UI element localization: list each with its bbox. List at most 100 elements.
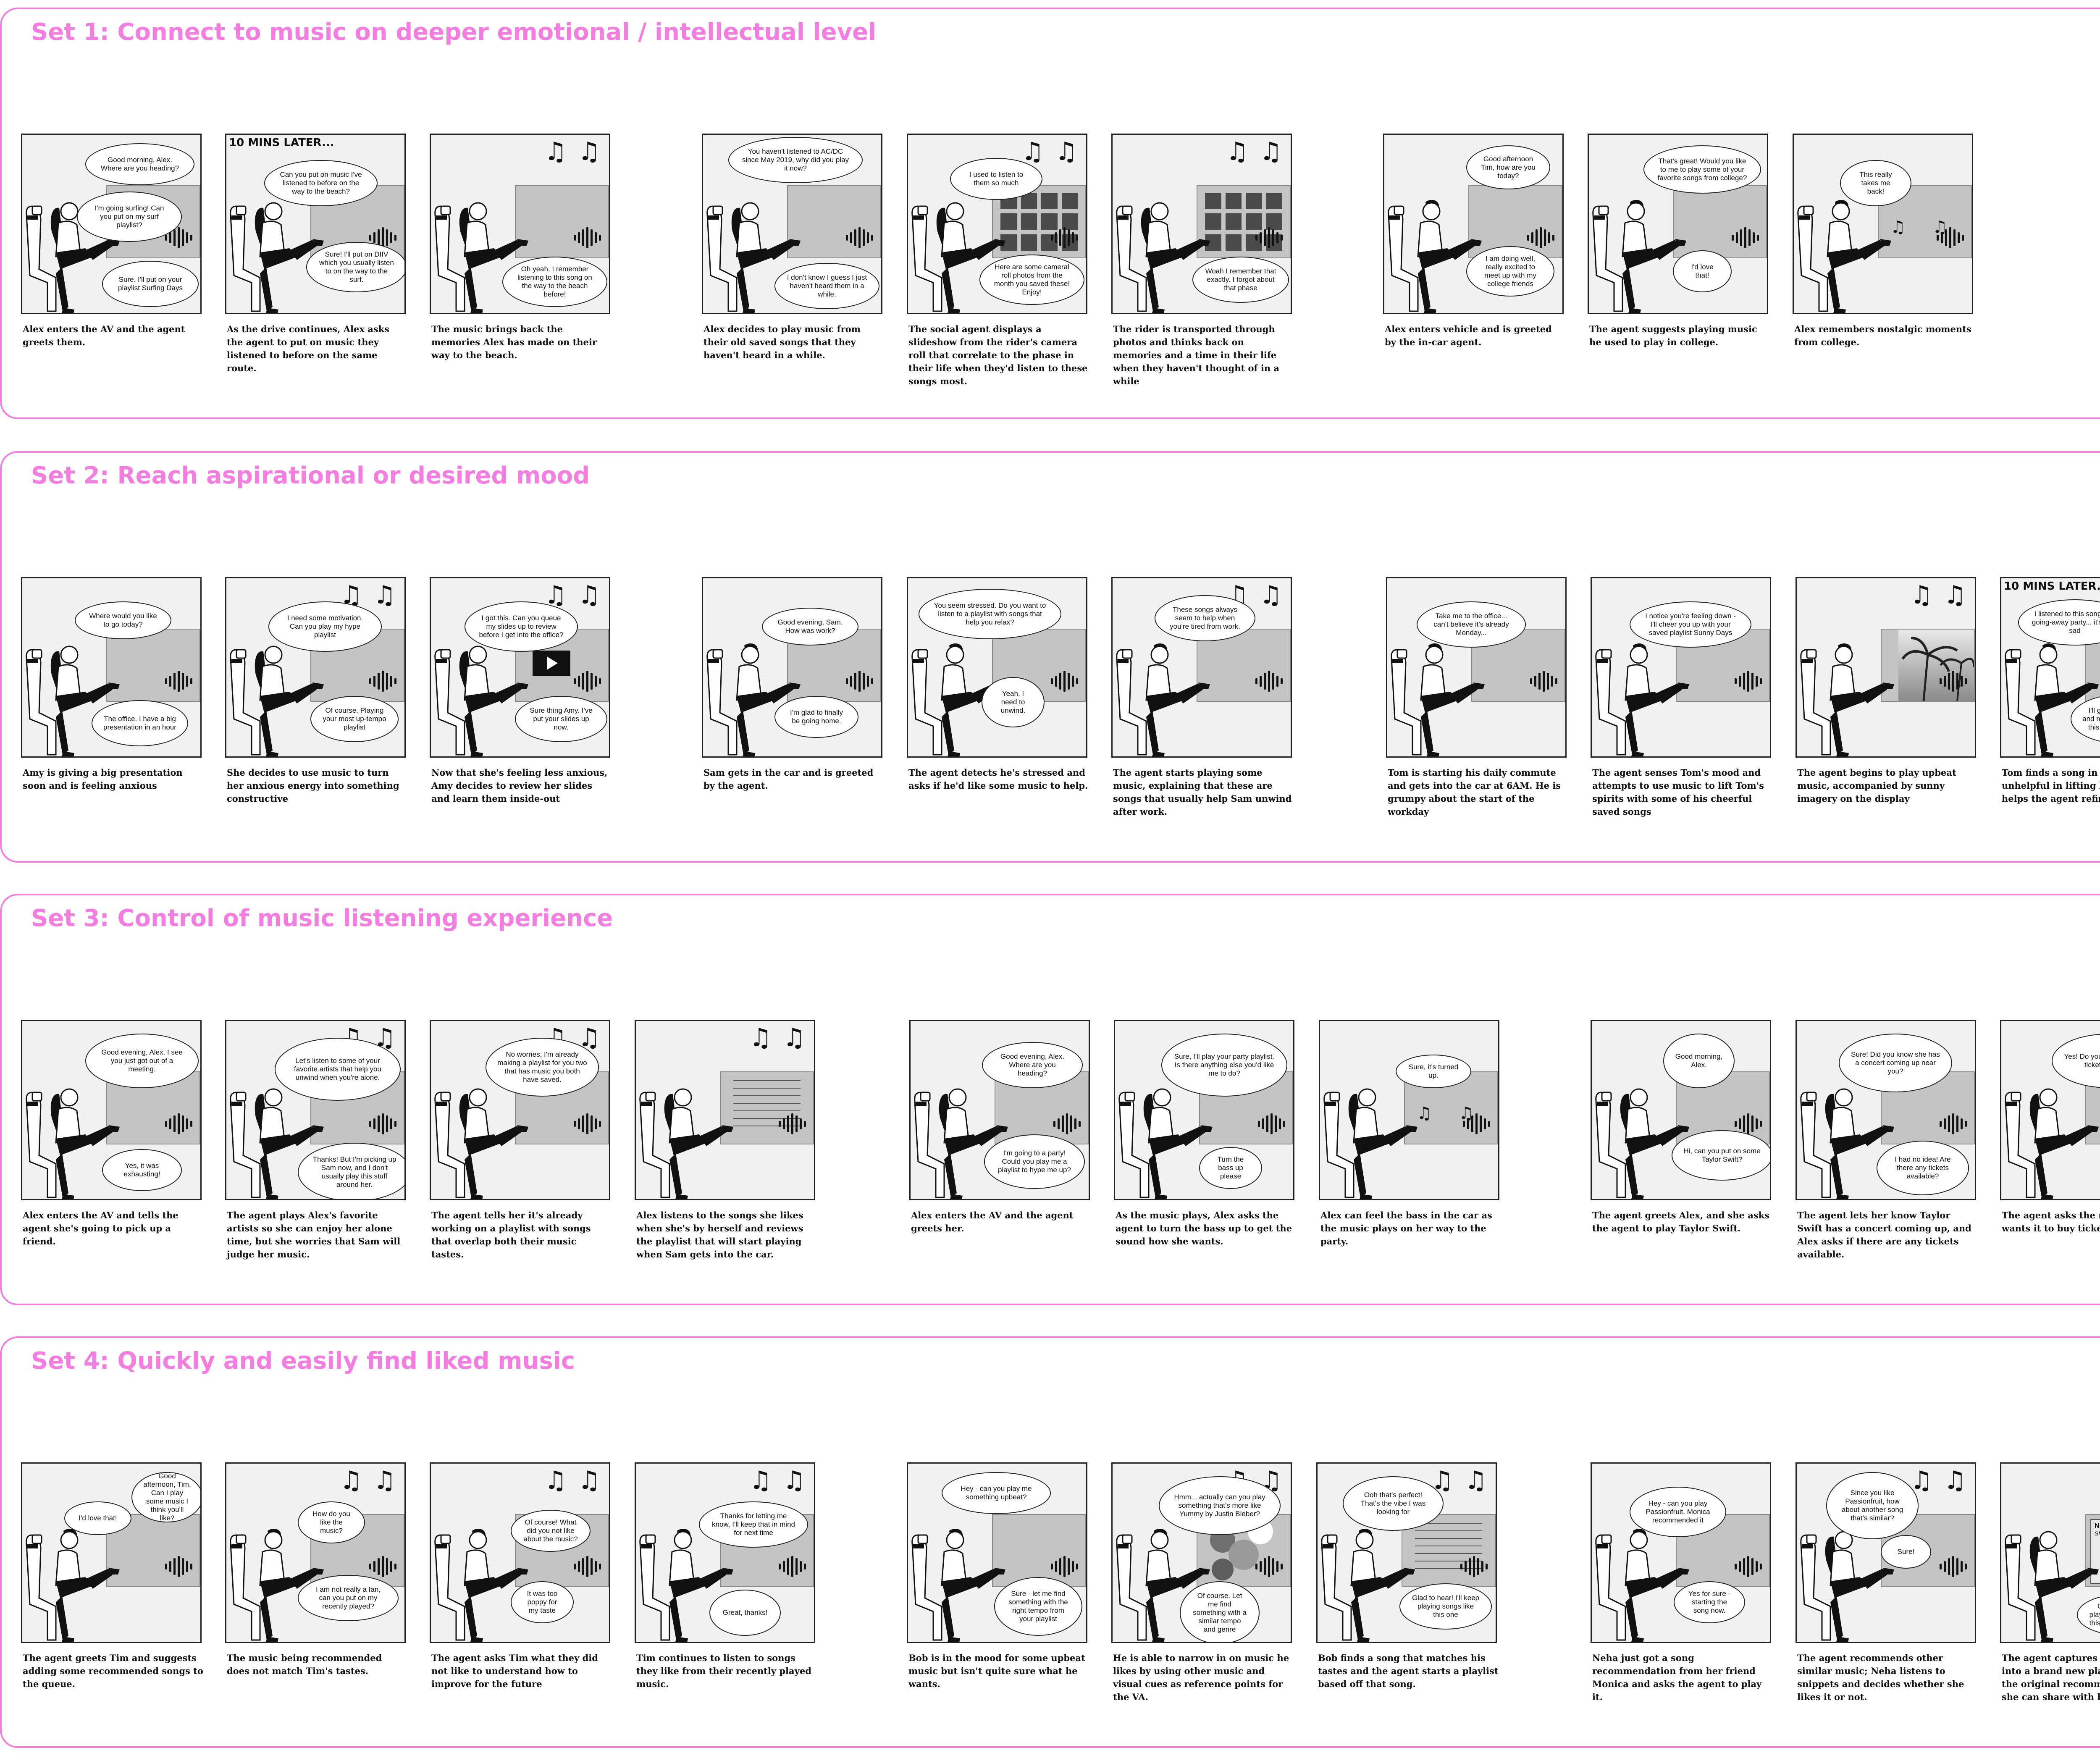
music-note-icon: ♫ <box>1021 137 1044 166</box>
panel-caption: The agent senses Tom's mood and attempts… <box>1592 767 1764 817</box>
audio-wave-icon <box>846 227 873 248</box>
music-note-icon: ♫ <box>544 137 567 166</box>
speech-bubble: Sure! I'll put on DIIV which you usually… <box>306 242 404 292</box>
speech-bubble: I had no idea! Are there any tickets ava… <box>1877 1141 1969 1195</box>
panel-caption: Now that she's feeling less anxious, Amy… <box>431 767 608 804</box>
storyboard-panel: Good evening, Alex. Where are you headin… <box>909 1020 1090 1200</box>
speech-bubble: Sure! Did you know she has a concert com… <box>1839 1034 1952 1092</box>
panel-caption: Alex decides to play music from their ol… <box>704 324 861 360</box>
panel-caption: The agent recommends other similar music… <box>1797 1653 1964 1702</box>
speech-bubble: Can you put on music I've listened to be… <box>264 160 378 206</box>
speech-bubble: I'm going surfing! Can you put on my sur… <box>77 192 182 242</box>
storyboard-panel: ♫ ♫ Sure, it's turned up. <box>1319 1020 1499 1200</box>
audio-wave-icon <box>574 1113 601 1134</box>
storyboard-panel: ♫ ♫ <box>635 1020 815 1200</box>
panel-caption: The agent asks the rider if she wants it… <box>2002 1210 2100 1233</box>
male-rider-illustration <box>2005 643 2099 756</box>
storyboard-panel: ♫ ♫ I need some motivation. Can you play m… <box>225 577 406 758</box>
male-rider-illustration <box>1797 200 1891 313</box>
music-note-icon: ♫ <box>544 1466 567 1495</box>
panel-caption: Tom is starting his daily commute and ge… <box>1388 767 1561 817</box>
speech-bubble: Great, thanks! <box>709 1590 781 1636</box>
speech-bubble: Good evening, Sam. How was work? <box>762 608 858 646</box>
storyboard-panel: Sure! Did you know she has a concert com… <box>1796 1020 1976 1200</box>
panel-caption: He is able to narrow in on music he like… <box>1113 1653 1289 1702</box>
audio-wave-icon <box>1732 227 1759 248</box>
storyboard-panel: Good morning, Alex. Where are you headin… <box>21 134 202 314</box>
speech-bubble: Yes for sure - starting the song now. <box>1674 1581 1745 1623</box>
storyboard-panel: ♫♫Hmm... actually can you play something… <box>1111 1462 1292 1643</box>
speech-bubble: I got this. Can you queue my slides up t… <box>465 601 578 652</box>
speech-bubble: Hi, can you put on some Taylor Swift? <box>1672 1130 1770 1181</box>
panel-caption: Alex can feel the bass in the car as the… <box>1320 1210 1492 1247</box>
speech-bubble: Good morning, Alex. Where are you headin… <box>85 143 194 185</box>
speech-bubble: Sure, I'll play your party playlist. Is … <box>1161 1034 1287 1097</box>
music-note-icon: ♫ <box>783 1466 806 1495</box>
storyboard-panel: ♫ ♫ Thanks for letting me know, I'll keep … <box>635 1462 815 1643</box>
male-rider-illustration <box>1800 643 1894 756</box>
music-note-icon: ♫ <box>578 580 601 610</box>
speech-bubble: Good afternoon Tim, how are you today? <box>1466 145 1550 189</box>
audio-wave-icon <box>1940 1113 1967 1134</box>
speech-bubble: Sure thing Amy. I've put your slides up … <box>515 696 607 742</box>
storyboard-panel: Neha + Monica JamsShare with Monica♫♫Oh … <box>2000 1462 2100 1643</box>
speech-bubble: Good evening, Alex. Where are you headin… <box>982 1042 1083 1088</box>
audio-wave-icon <box>165 1556 192 1577</box>
speech-bubble: I'm going to a party! Could you play me … <box>984 1134 1085 1189</box>
speech-bubble: You haven't listened to AC/DC since May … <box>728 137 863 183</box>
music-note-icon: ♫ <box>783 1023 806 1052</box>
speech-bubble: This really takes me back! <box>1840 160 1911 206</box>
panel-caption: Alex enters vehicle and is greeted by th… <box>1385 324 1552 347</box>
male-rider-illustration <box>1595 1529 1689 1642</box>
speech-bubble: Here are some cameral roll photos from t… <box>979 255 1084 305</box>
panel-caption: Neha just got a song recommendation from… <box>1592 1653 1762 1702</box>
audio-wave-icon <box>1530 671 1557 692</box>
audio-wave-icon <box>1258 1113 1285 1134</box>
panel-caption: Sam gets in the car and is greeted by th… <box>704 767 874 791</box>
speech-bubble: I am doing well, really excited to meet … <box>1466 246 1554 297</box>
storyboard-panel: ♫ ♫ How do you like the music? I am not rea… <box>225 1462 406 1643</box>
storyboard-panel: ♫ ♫ Ooh that's perfect! That's the vibe I … <box>1316 1462 1497 1643</box>
speech-bubble: I'd love that! <box>64 1501 131 1535</box>
audio-wave-icon <box>1051 671 1078 692</box>
speech-bubble: Yeah, I need to unwind. <box>982 677 1045 727</box>
speech-bubble: Hey - can you play me something upbeat? <box>942 1472 1051 1514</box>
speech-bubble: Sure! <box>1881 1535 1931 1569</box>
audio-wave-icon <box>574 1556 601 1577</box>
panel-caption: Bob is in the mood for some upbeat music… <box>908 1653 1085 1689</box>
storyboard-panel: Good morning, Alex. Hi, can you put on so… <box>1591 1020 1771 1200</box>
storyboard-panel: ♫ ♫ Since you like Passionfruit, how about… <box>1796 1462 1976 1643</box>
speech-bubble: Sure - let me find something with the ri… <box>994 1577 1082 1636</box>
time-skip-label: 10 MINS LATER... <box>229 136 334 149</box>
storyboard-panel: Good evening, Alex. I see you just got o… <box>21 1020 202 1200</box>
panel-caption: The agent captures Neha's tastes into a … <box>2002 1653 2100 1702</box>
panel-caption: The social agent displays a slideshow fr… <box>908 324 1088 386</box>
audio-wave-icon <box>1051 227 1078 248</box>
panel-caption: The agent asks Tim what they did not lik… <box>431 1653 598 1689</box>
music-note-icon: ♫ <box>373 580 396 610</box>
storyboard-panel: Good afternoon, Tim. Can I play some mus… <box>21 1462 202 1643</box>
speech-bubble: These songs always seem to help when you… <box>1155 595 1255 641</box>
speech-bubble: Let's listen to some of your favorite ar… <box>275 1038 401 1101</box>
panel-caption: The agent detects he's stressed and asks… <box>908 767 1088 791</box>
audio-wave-icon <box>1735 1556 1762 1577</box>
storyboard-panel: Hey - can you play me something upbeat? S… <box>907 1462 1087 1643</box>
panel-caption: The music brings back the memories Alex … <box>431 324 597 360</box>
panel-caption: The rider is transported through photos … <box>1113 324 1279 386</box>
panel-caption: The agent lets her know Taylor Swift has… <box>1797 1210 1971 1260</box>
audio-wave-icon <box>846 671 873 692</box>
storyboard-panel: 10 MINS LATER... I listened to this song … <box>2000 577 2100 758</box>
audio-wave-icon <box>165 671 192 692</box>
speech-bubble: Hmm... actually can you play something t… <box>1159 1476 1281 1535</box>
music-note-icon: ♫ <box>1055 137 1078 166</box>
panel-caption: As the music plays, Alex asks the agent … <box>1116 1210 1292 1247</box>
speech-bubble: I don't know I guess I just haven't hear… <box>774 263 879 309</box>
male-rider-illustration <box>1391 643 1485 756</box>
speech-bubble: Glad to hear! I'll keep playing songs li… <box>1399 1583 1492 1630</box>
panel-caption: Alex remembers nostalgic moments from co… <box>1794 324 1971 347</box>
speech-bubble: Sure, it's turned up. <box>1396 1055 1471 1088</box>
speech-bubble: Good afternoon, Tim. Can I play some mus… <box>131 1472 200 1522</box>
male-rider-illustration <box>1595 643 1689 756</box>
storyboard-panel: That's great! Would you like to me to pl… <box>1588 134 1768 314</box>
speech-bubble: Good morning, Alex. <box>1663 1034 1735 1088</box>
